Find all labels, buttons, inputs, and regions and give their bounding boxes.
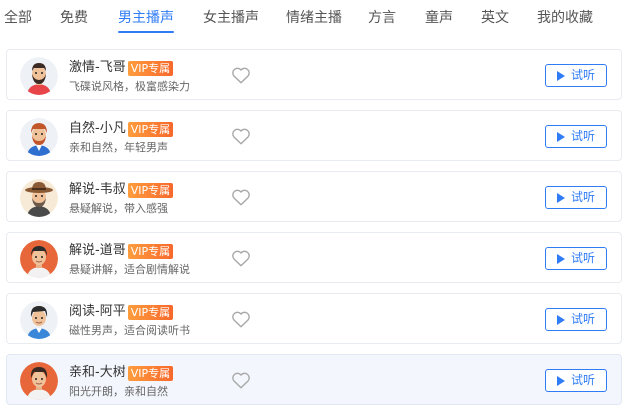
heart-icon[interactable]: [230, 64, 252, 86]
voice-name: 激情-飞哥: [69, 60, 126, 75]
play-icon: [556, 253, 565, 264]
vip-badge: VIP专属: [127, 365, 174, 381]
voice-name: 自然-小凡: [69, 121, 126, 136]
voice-description: 悬疑解说，带入感强: [69, 202, 168, 215]
voice-card[interactable]: 解说-道哥 VIP专属 悬疑讲解，适合剧情解说 试听: [6, 232, 622, 283]
avatar: [20, 57, 58, 95]
avatar: [20, 118, 58, 156]
tab-emotion[interactable]: 情绪主播: [286, 9, 342, 27]
tab-favorites[interactable]: 我的收藏: [537, 9, 593, 27]
voice-description: 阳光开朗，亲和自然: [69, 385, 168, 398]
voice-card-selected[interactable]: 亲和-大树 VIP专属 阳光开朗，亲和自然 试听: [6, 354, 622, 405]
tab-dialect[interactable]: 方言: [368, 9, 396, 27]
listen-button[interactable]: 试听: [545, 369, 607, 392]
active-tab-indicator: [118, 31, 174, 33]
listen-button[interactable]: 试听: [545, 125, 607, 148]
heart-icon[interactable]: [230, 125, 252, 147]
listen-button[interactable]: 试听: [545, 308, 607, 331]
listen-button[interactable]: 试听: [545, 64, 607, 87]
voice-name: 阅读-阿平: [69, 304, 126, 319]
listen-label: 试听: [570, 129, 595, 143]
listen-label: 试听: [570, 68, 595, 82]
listen-button[interactable]: 试听: [545, 186, 607, 209]
listen-label: 试听: [570, 373, 595, 387]
vip-badge: VIP专属: [127, 304, 174, 320]
voice-name: 解说-韦叔: [69, 182, 126, 197]
vip-badge: VIP专属: [127, 243, 174, 259]
voice-description: 飞碟说风格，极富感染力: [69, 80, 190, 93]
voice-card[interactable]: 激情-飞哥 VIP专属 飞碟说风格，极富感染力 试听: [6, 49, 622, 100]
tab-english[interactable]: 英文: [481, 9, 509, 27]
tab-all[interactable]: 全部: [4, 9, 32, 27]
tab-female-voice[interactable]: 女主播声: [203, 9, 259, 27]
tab-male-voice[interactable]: 男主播声: [118, 9, 174, 27]
voice-card[interactable]: 解说-韦叔 VIP专属 悬疑解说，带入感强 试听: [6, 171, 622, 222]
voice-description: 悬疑讲解，适合剧情解说: [69, 263, 190, 276]
avatar: [20, 179, 58, 217]
voice-name: 解说-道哥: [69, 243, 126, 258]
listen-label: 试听: [570, 312, 595, 326]
play-icon: [556, 70, 565, 81]
voice-card[interactable]: 阅读-阿平 VIP专属 磁性男声，适合阅读听书 试听: [6, 293, 622, 344]
avatar: [20, 362, 58, 400]
avatar: [20, 301, 58, 339]
voice-description: 磁性男声，适合阅读听书: [69, 324, 190, 337]
listen-button[interactable]: 试听: [545, 247, 607, 270]
heart-icon[interactable]: [230, 247, 252, 269]
listen-label: 试听: [570, 251, 595, 265]
play-icon: [556, 375, 565, 386]
vip-badge: VIP专属: [127, 60, 174, 76]
tab-child[interactable]: 童声: [425, 9, 453, 27]
play-icon: [556, 314, 565, 325]
listen-label: 试听: [570, 190, 595, 204]
voice-card[interactable]: 自然-小凡 VIP专属 亲和自然，年轻男声 试听: [6, 110, 622, 161]
voice-description: 亲和自然，年轻男声: [69, 141, 168, 154]
heart-icon[interactable]: [230, 308, 252, 330]
category-tabs: 全部 免费 男主播声 女主播声 情绪主播 方言 童声 英文 我的收藏: [0, 0, 640, 36]
heart-icon[interactable]: [230, 186, 252, 208]
vip-badge: VIP专属: [127, 182, 174, 198]
play-icon: [556, 192, 565, 203]
tab-free[interactable]: 免费: [60, 9, 88, 27]
heart-icon[interactable]: [230, 369, 252, 391]
play-icon: [556, 131, 565, 142]
avatar: [20, 240, 58, 278]
voice-name: 亲和-大树: [69, 365, 126, 380]
vip-badge: VIP专属: [127, 121, 174, 137]
